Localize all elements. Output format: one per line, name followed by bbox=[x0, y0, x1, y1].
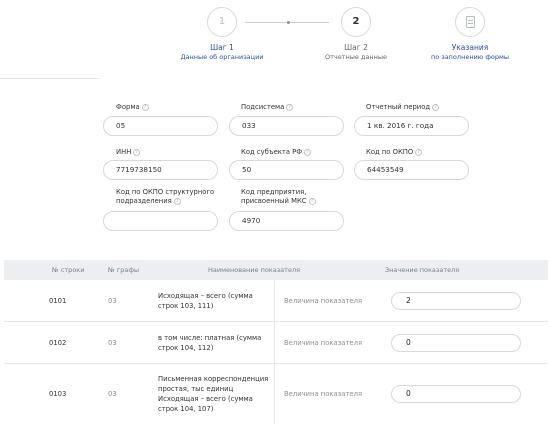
help-icon[interactable]: ? bbox=[308, 197, 316, 205]
row-number: 0103 bbox=[49, 390, 67, 398]
step-2-number: 2 bbox=[352, 16, 360, 27]
subject-field[interactable]: 50 bbox=[229, 160, 344, 180]
divider bbox=[0, 78, 100, 79]
mks-label: Код предприятия, присвоенный МКС? bbox=[241, 188, 316, 206]
help-icon[interactable]: ? bbox=[432, 103, 440, 111]
header-value: Значение показателя bbox=[385, 266, 460, 274]
okpo-struct-field[interactable] bbox=[103, 211, 218, 231]
podsistema-field[interactable]: 033 bbox=[229, 116, 344, 136]
okpo-field[interactable]: 64453549 bbox=[354, 160, 469, 180]
table-row: 0103 03 Письменная корреспонденция прост… bbox=[4, 364, 548, 424]
header-col-no: № графы bbox=[108, 266, 140, 274]
period-label: Отчетный период? bbox=[366, 103, 440, 112]
step-1-title[interactable]: Шаг 1 bbox=[172, 43, 272, 52]
measure-label: Величина показателя bbox=[284, 390, 363, 398]
mks-field[interactable]: 4970 bbox=[229, 211, 344, 231]
okpo-label: Код по ОКПО? bbox=[366, 148, 423, 157]
value-field[interactable]: 0 bbox=[391, 385, 521, 403]
subject-label: Код субъекта РФ? bbox=[241, 148, 312, 157]
measure-label: Величина показателя bbox=[284, 297, 363, 305]
step-connector-dot bbox=[287, 21, 290, 24]
indicator-name: в том числе: платная (сумма строк 104, 1… bbox=[158, 334, 262, 352]
column-number: 03 bbox=[108, 297, 117, 305]
indicator-name: Письменная корреспонденция простая, тыс … bbox=[158, 375, 269, 413]
row-number: 0102 bbox=[49, 339, 67, 347]
column-divider bbox=[274, 322, 275, 364]
inn-label: ИНН? bbox=[116, 148, 141, 157]
help-icon[interactable]: ? bbox=[141, 103, 149, 111]
step-1-subtitle[interactable]: Данные об организации bbox=[162, 53, 282, 61]
step-1-circle[interactable]: 1 bbox=[207, 7, 237, 37]
inn-field[interactable]: 7719738150 bbox=[103, 160, 218, 180]
help-icon[interactable]: ? bbox=[286, 103, 294, 111]
help-icon[interactable]: ? bbox=[133, 148, 141, 156]
step-3-subtitle[interactable]: по заполнению формы bbox=[410, 53, 530, 61]
row-number: 0101 bbox=[49, 297, 67, 305]
step-2-circle[interactable]: 2 bbox=[341, 7, 371, 37]
header-name: Наименование показателя bbox=[208, 266, 301, 274]
indicator-name: Исходящая – всего (сумма строк 103, 111) bbox=[158, 292, 253, 310]
period-field[interactable]: 1 кв. 2016 г. года bbox=[354, 116, 469, 136]
column-number: 03 bbox=[108, 390, 117, 398]
step-2-subtitle: Отчетные данные bbox=[324, 53, 388, 61]
column-number: 03 bbox=[108, 339, 117, 347]
podsistema-label: Подсистема? bbox=[241, 103, 294, 112]
table-row: 0102 03 в том числе: платная (сумма стро… bbox=[4, 322, 548, 364]
help-icon[interactable]: ? bbox=[415, 148, 423, 156]
value-field[interactable]: 2 bbox=[391, 292, 521, 310]
help-icon[interactable]: ? bbox=[173, 197, 181, 205]
forma-label: Форма? bbox=[116, 103, 149, 112]
document-icon bbox=[466, 16, 475, 28]
header-row-no: № строки bbox=[52, 266, 85, 274]
table-header: № строки № графы Наименование показателя… bbox=[4, 260, 548, 280]
value-field[interactable]: 0 bbox=[391, 334, 521, 352]
measure-label: Величина показателя bbox=[284, 339, 363, 347]
column-divider bbox=[274, 280, 275, 322]
table-row: 0101 03 Исходящая – всего (сумма строк 1… bbox=[4, 280, 548, 322]
forma-field[interactable]: 05 bbox=[103, 116, 218, 136]
help-icon[interactable]: ? bbox=[304, 148, 312, 156]
column-divider bbox=[274, 364, 275, 424]
step-1-number: 1 bbox=[218, 16, 226, 27]
okpo-struct-label: Код по ОКПО структурного подразделения? bbox=[116, 188, 215, 205]
step-3-title[interactable]: Указания bbox=[420, 43, 520, 52]
step-3-circle[interactable] bbox=[455, 7, 485, 37]
wizard-stepper: 1 2 Шаг 1 Данные об организации Шаг 2 От… bbox=[0, 0, 550, 78]
step-2-title: Шаг 2 bbox=[344, 43, 368, 52]
